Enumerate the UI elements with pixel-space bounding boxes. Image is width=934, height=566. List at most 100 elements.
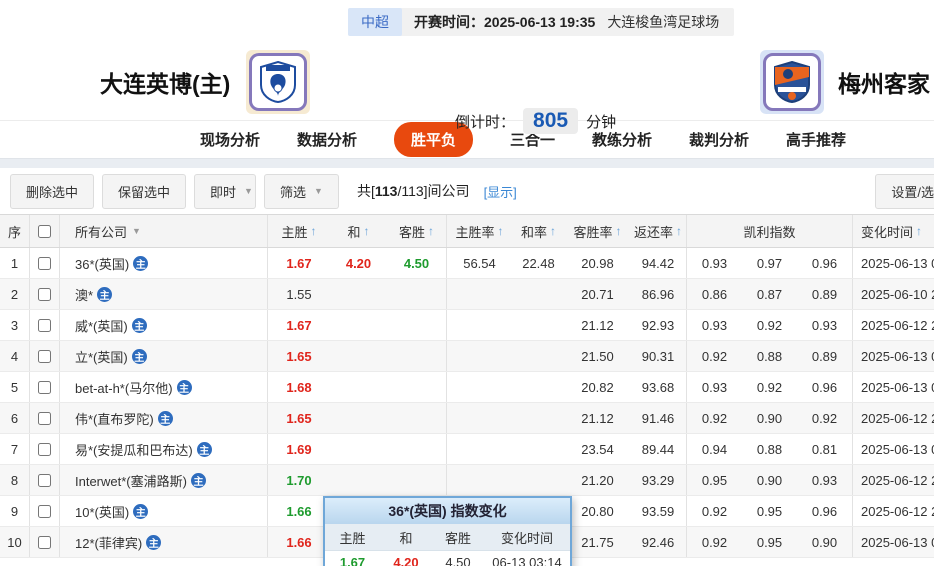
popup-title: 36*(英国) 指数变化 bbox=[325, 498, 570, 524]
kelly-lose-cell: 0.90 bbox=[797, 527, 853, 557]
company-name: 澳* bbox=[75, 287, 94, 303]
header-win[interactable]: 主胜 ↑ bbox=[268, 215, 330, 247]
header-draw-rate[interactable]: 和率 ↑ bbox=[512, 215, 565, 247]
row-checkbox[interactable] bbox=[38, 318, 51, 332]
nav-tab-2[interactable]: 数据分析 bbox=[297, 129, 357, 150]
row-checkbox[interactable] bbox=[38, 473, 51, 487]
lose-odds-cell bbox=[387, 310, 447, 340]
table-row: 4 立*(英国) 主 1.65 21.50 90.31 0.92 0.88 0.89 2025-0… bbox=[0, 341, 934, 372]
nav-tab-1[interactable]: 现场分析 bbox=[200, 129, 260, 150]
nav-tab-7[interactable]: 高手推荐 bbox=[786, 129, 846, 150]
kelly-lose-cell: 0.92 bbox=[797, 403, 853, 433]
row-checkbox[interactable] bbox=[38, 442, 51, 456]
count-prefix: 共[ bbox=[356, 183, 375, 199]
league-badge[interactable]: 中超 bbox=[348, 8, 402, 36]
company-cell[interactable]: Interwet*(塞浦路斯) 主 bbox=[60, 465, 268, 495]
company-cell[interactable]: 36*(英国) 主 bbox=[60, 248, 268, 278]
header-draw[interactable]: 和 ↑ bbox=[330, 215, 387, 247]
home-team-crest-icon bbox=[249, 53, 308, 111]
away-team-name: 梅州客家 bbox=[838, 71, 930, 97]
lose-rate-cell: 21.12 bbox=[581, 317, 614, 333]
win-rate-cell bbox=[447, 279, 512, 309]
win-odds-value: 1.55 bbox=[286, 286, 312, 302]
company-cell[interactable]: 立*(英国) 主 bbox=[60, 341, 268, 371]
win-odds-cell: 1.66 bbox=[268, 496, 330, 526]
home-odds-badge: 主 bbox=[133, 255, 149, 271]
row-index: 3 bbox=[0, 310, 30, 340]
kickoff-time: 开赛时间：2025-06-13 19:35 bbox=[402, 12, 607, 32]
count-rest: /113]间公司 bbox=[397, 183, 470, 199]
keep-selected-button[interactable]: 保留选中 bbox=[102, 173, 187, 209]
company-cell[interactable]: 易*(安提瓜和巴布达) 主 bbox=[60, 434, 268, 464]
win-odds-cell: 1.70 bbox=[268, 465, 330, 495]
lose-rate-cell: 20.82 bbox=[581, 379, 614, 395]
header-return-rate[interactable]: 返还率 ↑ bbox=[630, 215, 687, 247]
popup-header: 主胜 和 客胜 变化时间 bbox=[325, 524, 570, 551]
company-cell[interactable]: 12*(菲律宾) 主 bbox=[60, 527, 268, 557]
delete-selected-button[interactable]: 删除选中 bbox=[10, 173, 95, 209]
row-checkbox-cell bbox=[30, 496, 60, 526]
header-lose[interactable]: 客胜 ↑ bbox=[387, 215, 447, 247]
header-draw-rate-label: 和率 bbox=[520, 224, 547, 240]
countdown-value: 805 bbox=[523, 108, 579, 134]
home-odds-badge: 主 bbox=[157, 410, 173, 426]
kelly-lose-cell: 0.89 bbox=[797, 279, 853, 309]
match-info-bar: 中超 开赛时间：2025-06-13 19:35 大连梭鱼湾足球场 bbox=[348, 8, 735, 36]
row-checkbox[interactable] bbox=[38, 504, 51, 518]
company-cell[interactable]: 威*(英国) 主 bbox=[60, 310, 268, 340]
draw-odds-cell bbox=[330, 403, 387, 433]
company-cell[interactable]: 10*(英国) 主 bbox=[60, 496, 268, 526]
header-win-rate[interactable]: 主胜率 ↑ bbox=[447, 215, 512, 247]
header-change-time[interactable]: 变化时间 ↑ bbox=[853, 215, 934, 247]
table-row: 2 澳* 主 1.55 20.71 86.96 0.86 0.87 0.89 2025-06-10… bbox=[0, 279, 934, 310]
return-rate-cell: 91.46 bbox=[630, 403, 687, 433]
lose-rate-cell: 20.98 bbox=[581, 255, 614, 271]
history-lose-cell: 4.50 bbox=[432, 555, 484, 566]
home-odds-badge: 主 bbox=[133, 503, 149, 519]
row-checkbox[interactable] bbox=[38, 535, 51, 549]
row-checkbox[interactable] bbox=[38, 411, 51, 425]
home-odds-badge: 主 bbox=[97, 286, 113, 302]
win-rate-cell bbox=[447, 403, 512, 433]
win-odds-value: 1.68 bbox=[286, 379, 312, 395]
row-checkbox[interactable] bbox=[38, 287, 51, 301]
draw-rate-cell bbox=[512, 434, 565, 464]
lose-odds-value: 4.50 bbox=[403, 255, 430, 271]
settings-button[interactable]: 设置/选 bbox=[875, 173, 934, 209]
header-lose-rate[interactable]: 客胜率 ↑ bbox=[565, 215, 630, 247]
win-odds-value: 1.70 bbox=[286, 472, 312, 488]
lose-odds-cell bbox=[387, 279, 447, 309]
chevron-down-icon: ▼ bbox=[132, 226, 141, 236]
filter-dropdown[interactable]: 筛选 ▼ bbox=[264, 173, 339, 209]
sort-up-icon: ↑ bbox=[363, 224, 370, 238]
header-return-rate-label: 返还率 bbox=[633, 224, 673, 240]
nav-tab-6[interactable]: 裁判分析 bbox=[689, 129, 749, 150]
select-all-checkbox[interactable] bbox=[38, 224, 51, 238]
history-draw-cell: 4.20 bbox=[380, 555, 432, 566]
odds-table: 序 所有公司 ▼ 主胜 ↑ 和 ↑ 客胜 ↑ 主胜率 ↑ 和率 ↑ 客胜率 ↑ 返还率 ↑ 凯利… bbox=[0, 214, 934, 566]
time-mode-dropdown[interactable]: 即时 ▼ bbox=[194, 173, 257, 209]
row-index: 9 bbox=[0, 496, 30, 526]
header-lose-label: 客胜 bbox=[398, 224, 425, 240]
popup-header-win: 主胜 bbox=[339, 530, 366, 546]
away-team-logo bbox=[760, 50, 824, 114]
return-rate-cell: 92.93 bbox=[630, 310, 687, 340]
company-cell[interactable]: 伟*(直布罗陀) 主 bbox=[60, 403, 268, 433]
venue-name: 大连梭鱼湾足球场 bbox=[607, 14, 720, 30]
company-name: 威*(英国) bbox=[75, 318, 128, 334]
header-company[interactable]: 所有公司 ▼ bbox=[60, 215, 268, 247]
return-rate-cell: 89.44 bbox=[630, 434, 687, 464]
chevron-down-icon: ▼ bbox=[244, 186, 253, 196]
home-odds-badge: 主 bbox=[131, 348, 147, 364]
team-header: 大连英博(主) 倒计时： 805 分钟 梅州客家 bbox=[0, 44, 934, 134]
company-cell[interactable]: bet-at-h*(马尔他) 主 bbox=[60, 372, 268, 402]
win-odds-value: 1.65 bbox=[286, 348, 312, 364]
sort-up-icon: ↑ bbox=[497, 224, 504, 238]
company-cell[interactable]: 澳* 主 bbox=[60, 279, 268, 309]
show-link[interactable]: [显示] bbox=[484, 182, 517, 201]
draw-odds-cell bbox=[330, 465, 387, 495]
row-checkbox[interactable] bbox=[38, 380, 51, 394]
lose-rate-cell: 20.71 bbox=[581, 286, 614, 302]
row-checkbox[interactable] bbox=[38, 256, 51, 270]
row-checkbox[interactable] bbox=[38, 349, 51, 363]
